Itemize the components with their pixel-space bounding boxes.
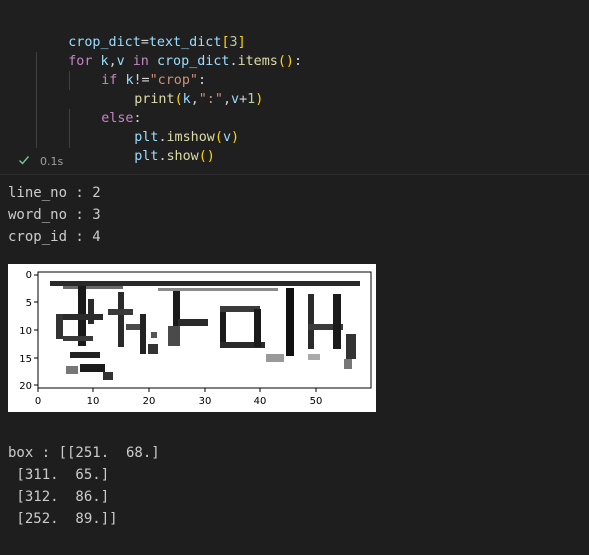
output-line: word_no : 3 (8, 207, 101, 223)
image-plot: 0 10 20 30 40 50 0 5 10 15 20 (8, 264, 376, 412)
code-line-3: if k!="crop": (101, 73, 207, 88)
y-tick-label: 20 (19, 381, 32, 392)
y-tick-label: 15 (19, 354, 32, 365)
execution-status: 0.1s (18, 154, 63, 170)
y-tick-label: 0 (26, 270, 32, 281)
output-line: [312. 86.] (8, 489, 110, 505)
output-line: [252. 89.]] (8, 511, 118, 527)
y-tick-label: 5 (26, 298, 32, 309)
x-tick-label: 10 (87, 396, 100, 407)
code-line-5: else: (101, 111, 142, 126)
output-line: [311. 65.] (8, 467, 110, 483)
x-tick-label: 30 (199, 396, 212, 407)
code-line-4: print(k,":",v+1) (134, 92, 264, 107)
output-line: box : [[251. 68.] (8, 445, 160, 461)
x-tick-label: 0 (35, 396, 41, 407)
x-tick-label: 20 (143, 396, 156, 407)
code-line-1: crop_dict=text_dict[3] (68, 35, 246, 50)
check-icon (19, 156, 30, 165)
output-line: crop_id : 4 (8, 229, 101, 245)
x-tick-label: 50 (310, 396, 323, 407)
imshow-figure: 0 10 20 30 40 50 0 5 10 15 20 (8, 264, 376, 412)
code-line-7: plt.show() (134, 149, 215, 164)
code-cell[interactable]: crop_dict=text_dict[3] for k,v in crop_d… (0, 0, 589, 175)
code-line-6: plt.imshow(v) (134, 130, 240, 145)
execution-time: 0.1s (40, 155, 64, 168)
x-tick-label: 40 (254, 396, 267, 407)
output-line: line_no : 2 (8, 185, 101, 201)
code-line-2: for k,v in crop_dict.items(): (68, 54, 303, 69)
y-tick-label: 10 (19, 326, 32, 337)
